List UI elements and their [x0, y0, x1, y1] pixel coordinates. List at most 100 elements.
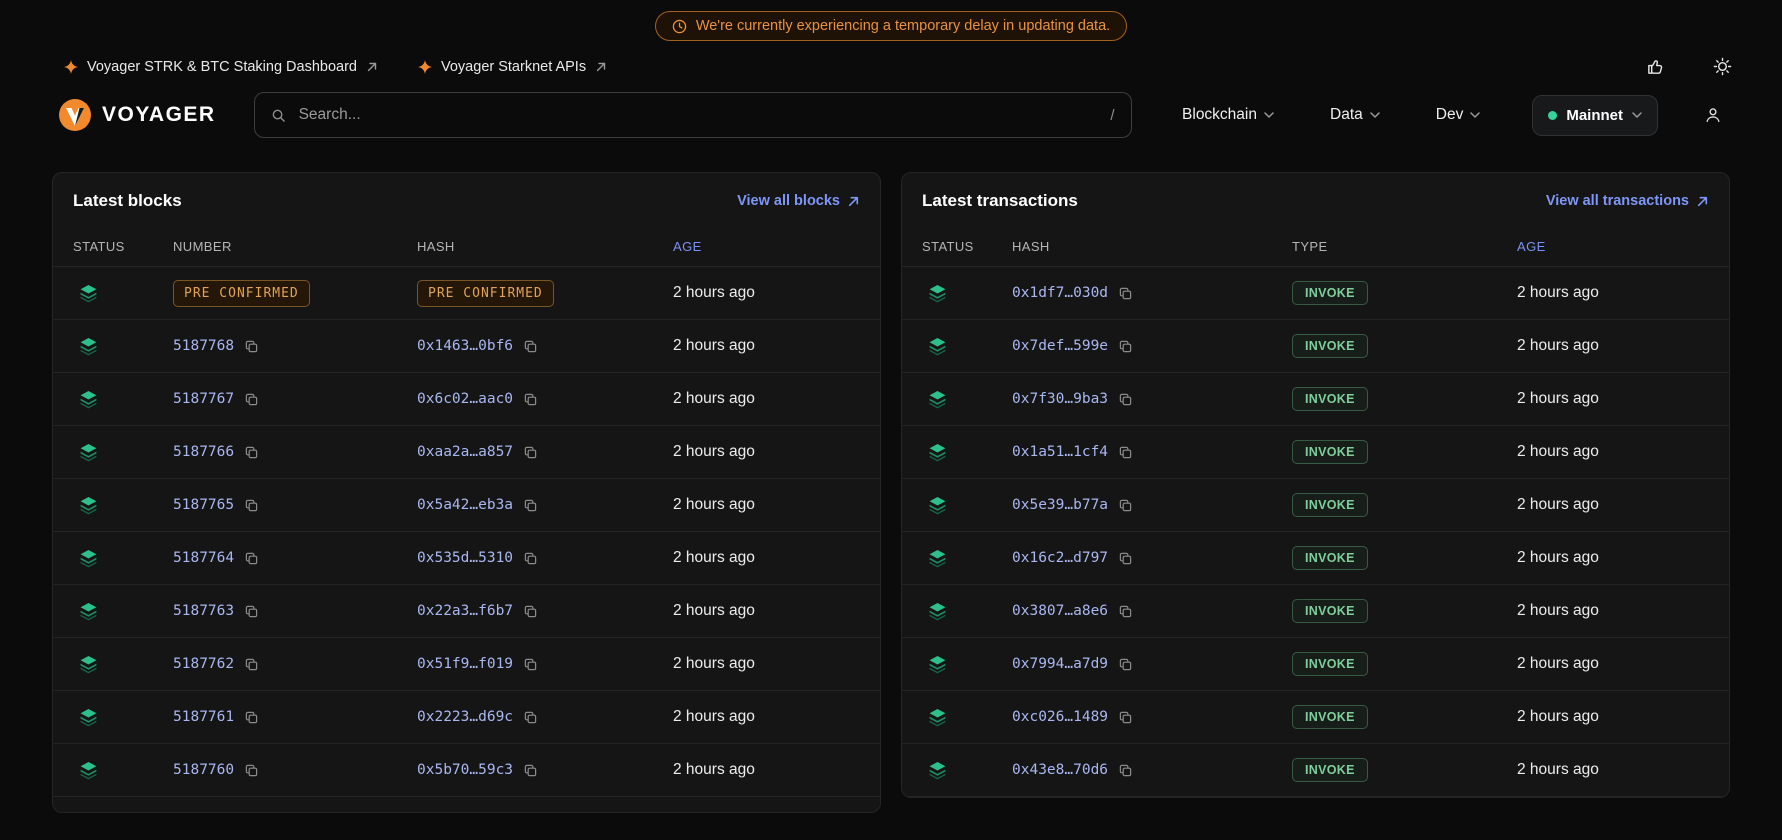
copy-icon[interactable]: [522, 603, 539, 620]
copy-icon[interactable]: [1117, 603, 1134, 620]
feedback-thumbs-up-button[interactable]: [1642, 53, 1669, 80]
block-table-row[interactable]: 5187766 0xaa2a…a857: [53, 426, 880, 479]
copy-icon[interactable]: [522, 550, 539, 567]
block-hash-link[interactable]: 0x5b70…59c3: [417, 762, 513, 778]
copy-icon[interactable]: [243, 762, 260, 779]
block-table-row[interactable]: 5187764 0x535d…5310: [53, 532, 880, 585]
copy-icon[interactable]: [1117, 656, 1134, 673]
block-number-link[interactable]: 5187766: [173, 444, 234, 460]
column-header-age[interactable]: AGE: [1517, 239, 1709, 254]
copy-icon[interactable]: [522, 656, 539, 673]
account-button[interactable]: [1700, 102, 1726, 128]
block-hash-link[interactable]: 0x22a3…f6b7: [417, 603, 513, 619]
block-number-link[interactable]: 5187764: [173, 550, 234, 566]
theme-toggle-button[interactable]: [1709, 53, 1736, 80]
search-input[interactable]: [297, 105, 1100, 125]
copy-icon[interactable]: [1117, 762, 1134, 779]
menu-dev[interactable]: Dev: [1430, 105, 1487, 125]
transaction-hash-link[interactable]: 0x7f30…9ba3: [1012, 391, 1108, 407]
block-hash-link[interactable]: 0x5a42…eb3a: [417, 497, 513, 513]
transaction-table-row[interactable]: 0x7def…599e INVOKE 2 hours ago: [902, 320, 1729, 373]
block-number-link[interactable]: 5187760: [173, 762, 234, 778]
search-bar[interactable]: /: [254, 92, 1132, 138]
copy-icon[interactable]: [522, 391, 539, 408]
copy-icon[interactable]: [1117, 391, 1134, 408]
copy-icon[interactable]: [243, 656, 260, 673]
transaction-table-row[interactable]: 0x16c2…d797 INVOKE 2 hours ago: [902, 532, 1729, 585]
block-number-link[interactable]: 5187765: [173, 497, 234, 513]
transaction-table-row[interactable]: 0x43e8…70d6 INVOKE 2 hours ago: [902, 744, 1729, 797]
view-all-transactions-link[interactable]: View all transactions: [1546, 193, 1709, 209]
copy-icon[interactable]: [1117, 709, 1134, 726]
voyager-logo[interactable]: VOYAGER: [58, 98, 216, 132]
block-age: 2 hours ago: [673, 761, 860, 779]
copy-icon[interactable]: [522, 709, 539, 726]
copy-icon[interactable]: [522, 497, 539, 514]
block-number-link[interactable]: 5187767: [173, 391, 234, 407]
transaction-hash-link[interactable]: 0x3807…a8e6: [1012, 603, 1108, 619]
transaction-hash-link[interactable]: 0x5e39…b77a: [1012, 497, 1108, 513]
block-status-confirmed-icon: [79, 443, 98, 462]
block-table-row[interactable]: 5187761 0x2223…d69c: [53, 691, 880, 744]
block-hash-link[interactable]: 0x51f9…f019: [417, 656, 513, 672]
copy-icon[interactable]: [522, 444, 539, 461]
block-table-row[interactable]: 5187767 0x6c02…aac0: [53, 373, 880, 426]
transaction-hash-link[interactable]: 0x7def…599e: [1012, 338, 1108, 354]
block-hash-link[interactable]: 0x6c02…aac0: [417, 391, 513, 407]
block-hash-link[interactable]: 0xaa2a…a857: [417, 444, 513, 460]
column-header-age[interactable]: AGE: [673, 239, 860, 254]
block-table-row[interactable]: 5187768 0x1463…0bf6: [53, 320, 880, 373]
block-table-row[interactable]: 5187762 0x51f9…f019: [53, 638, 880, 691]
block-number-link[interactable]: 5187768: [173, 338, 234, 354]
block-number-link[interactable]: 5187762: [173, 656, 234, 672]
menu-data[interactable]: Data: [1324, 105, 1386, 125]
link-starknet-apis[interactable]: Voyager Starknet APIs: [418, 59, 607, 75]
transaction-table-row[interactable]: 0x3807…a8e6 INVOKE 2 hours ago: [902, 585, 1729, 638]
transaction-hash-link[interactable]: 0x1a51…1cf4: [1012, 444, 1108, 460]
copy-icon[interactable]: [243, 709, 260, 726]
copy-icon[interactable]: [522, 338, 539, 355]
copy-icon[interactable]: [243, 550, 260, 567]
block-hash-link[interactable]: 0x535d…5310: [417, 550, 513, 566]
block-number-link[interactable]: 5187761: [173, 709, 234, 725]
transaction-table-row[interactable]: 0x1df7…030d INVOKE 2 hours ago: [902, 267, 1729, 320]
menu-blockchain[interactable]: Blockchain: [1176, 105, 1280, 125]
block-hash-link[interactable]: 0x2223…d69c: [417, 709, 513, 725]
copy-icon[interactable]: [243, 497, 260, 514]
network-selector[interactable]: Mainnet: [1532, 95, 1658, 136]
transaction-hash-link[interactable]: 0x7994…a7d9: [1012, 656, 1108, 672]
copy-icon[interactable]: [522, 762, 539, 779]
transaction-age: 2 hours ago: [1517, 337, 1709, 355]
transaction-table-row[interactable]: 0x7994…a7d9 INVOKE 2 hours ago: [902, 638, 1729, 691]
transaction-hash-link[interactable]: 0x43e8…70d6: [1012, 762, 1108, 778]
banner-row: We're currently experiencing a temporary…: [0, 0, 1782, 41]
transaction-type-badge: INVOKE: [1292, 281, 1368, 305]
block-status-confirmed-icon: [79, 284, 98, 303]
copy-icon[interactable]: [243, 338, 260, 355]
copy-icon[interactable]: [243, 603, 260, 620]
transaction-table-row[interactable]: 0x7f30…9ba3 INVOKE 2 hours ago: [902, 373, 1729, 426]
transaction-table-row[interactable]: 0x5e39…b77a INVOKE 2 hours ago: [902, 479, 1729, 532]
transaction-table-row[interactable]: 0x1a51…1cf4 INVOKE 2 hours ago: [902, 426, 1729, 479]
view-all-blocks-label: View all blocks: [737, 193, 840, 209]
transaction-hash-link[interactable]: 0x16c2…d797: [1012, 550, 1108, 566]
transaction-table-row[interactable]: 0xc026…1489 INVOKE 2 hours ago: [902, 691, 1729, 744]
view-all-blocks-link[interactable]: View all blocks: [737, 193, 860, 209]
copy-icon[interactable]: [1117, 285, 1134, 302]
copy-icon[interactable]: [1117, 444, 1134, 461]
block-hash-link[interactable]: 0x1463…0bf6: [417, 338, 513, 354]
copy-icon[interactable]: [243, 444, 260, 461]
copy-icon[interactable]: [1117, 550, 1134, 567]
block-table-row[interactable]: PRE CONFIRMED PRE CONFIRMED: [53, 267, 880, 320]
block-number-link[interactable]: 5187763: [173, 603, 234, 619]
copy-icon[interactable]: [243, 391, 260, 408]
link-staking-dashboard[interactable]: Voyager STRK & BTC Staking Dashboard: [64, 59, 378, 75]
block-table-row[interactable]: 5187765 0x5a42…eb3a: [53, 479, 880, 532]
transaction-hash-link[interactable]: 0xc026…1489: [1012, 709, 1108, 725]
block-table-row[interactable]: 5187760 0x5b70…59c3: [53, 744, 880, 797]
copy-icon[interactable]: [1117, 497, 1134, 514]
block-table-row[interactable]: 5187763 0x22a3…f6b7: [53, 585, 880, 638]
copy-icon[interactable]: [1117, 338, 1134, 355]
nav-menus: Blockchain Data Dev: [1176, 105, 1486, 125]
transaction-hash-link[interactable]: 0x1df7…030d: [1012, 285, 1108, 301]
